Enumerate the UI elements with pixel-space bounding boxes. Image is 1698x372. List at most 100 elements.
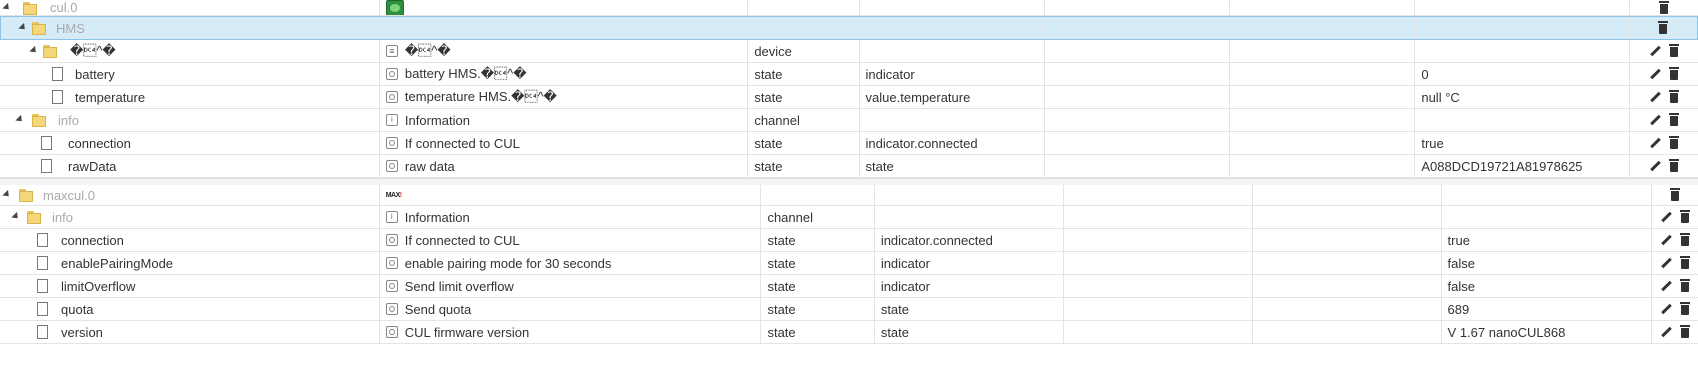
value-cell bbox=[1415, 0, 1630, 15]
edit-pencil-icon[interactable] bbox=[1661, 235, 1671, 245]
type-text: state bbox=[767, 278, 796, 294]
expand-toggle-icon[interactable] bbox=[2, 2, 12, 12]
type-text: state bbox=[767, 324, 796, 340]
role-cell: indicator.connected bbox=[860, 132, 1045, 154]
edit-pencil-icon[interactable] bbox=[1650, 115, 1660, 125]
state-row[interactable]: limitOverflow Send limit overflow state ind… bbox=[0, 275, 1698, 298]
object-id-label: HMS bbox=[56, 20, 85, 36]
delete-trash-icon[interactable] bbox=[1680, 233, 1691, 246]
expand-toggle-icon[interactable] bbox=[18, 22, 28, 33]
id-cell: quota bbox=[0, 298, 380, 320]
folder-row[interactable]: info Information channel bbox=[0, 109, 1698, 132]
edit-pencil-icon[interactable] bbox=[1650, 161, 1660, 171]
state-row[interactable]: quota Send quota state state 689 bbox=[0, 298, 1698, 321]
name-cell: Send quota bbox=[380, 298, 762, 320]
file-icon bbox=[52, 67, 63, 81]
state-row[interactable]: connection If connected to CUL state indica… bbox=[0, 229, 1698, 252]
role-cell bbox=[860, 109, 1045, 131]
value-text: A088DCD19721A81978625 bbox=[1421, 158, 1583, 174]
type-cell bbox=[748, 17, 860, 39]
adapter-row[interactable]: maxcul.0 MAX! bbox=[0, 185, 1698, 206]
state-row[interactable]: battery battery HMS.�^� state indicator 0 bbox=[0, 63, 1698, 86]
file-icon bbox=[37, 256, 48, 270]
name-cell: CUL firmware version bbox=[380, 321, 762, 343]
type-cell: state bbox=[761, 275, 875, 297]
name-cell: �^� bbox=[380, 40, 749, 62]
edit-pencil-icon[interactable] bbox=[1661, 304, 1671, 314]
delete-trash-icon[interactable] bbox=[1668, 113, 1679, 126]
type-cell: state bbox=[748, 155, 860, 177]
id-cell: cul.0 bbox=[0, 0, 380, 15]
delete-trash-icon[interactable] bbox=[1668, 67, 1679, 80]
object-name: enable pairing mode for 30 seconds bbox=[404, 255, 612, 271]
row-actions bbox=[1652, 321, 1698, 343]
state-row[interactable]: enablePairingMode enable pairing mode for… bbox=[0, 252, 1698, 275]
state-row[interactable]: temperature temperature HMS.�^� state valu… bbox=[0, 86, 1698, 109]
object-id-label: maxcul.0 bbox=[43, 187, 96, 203]
type-text: channel bbox=[754, 112, 800, 128]
role-cell bbox=[875, 185, 1064, 205]
delete-trash-icon[interactable] bbox=[1670, 188, 1681, 201]
type-text: state bbox=[754, 158, 783, 174]
delete-trash-icon[interactable] bbox=[1680, 256, 1691, 269]
id-cell: connection bbox=[0, 229, 380, 251]
value-cell bbox=[1415, 17, 1629, 39]
row-actions bbox=[1630, 86, 1698, 108]
folder-row[interactable]: �^� �^� device bbox=[0, 40, 1698, 63]
object-id-label: cul.0 bbox=[50, 0, 78, 15]
edit-pencil-icon[interactable] bbox=[1650, 69, 1660, 79]
type-text: state bbox=[754, 66, 783, 82]
delete-trash-icon[interactable] bbox=[1668, 44, 1679, 57]
type-cell: device bbox=[748, 40, 860, 62]
type-text: state bbox=[767, 255, 796, 271]
object-name: Information bbox=[404, 209, 470, 225]
state-icon bbox=[385, 303, 398, 315]
adapter-section-cul: cul.0 HMS �^� �^� device battery battery HMS… bbox=[0, 0, 1698, 178]
object-id-label: �^� bbox=[70, 43, 116, 58]
role-cell: state bbox=[875, 321, 1064, 343]
role-cell: state bbox=[875, 298, 1064, 320]
delete-trash-icon[interactable] bbox=[1658, 0, 1669, 14]
edit-pencil-icon[interactable] bbox=[1661, 327, 1671, 337]
expand-toggle-icon[interactable] bbox=[2, 189, 12, 200]
delete-trash-icon[interactable] bbox=[1680, 302, 1691, 315]
value-text: null °C bbox=[1421, 89, 1460, 105]
edit-pencil-icon[interactable] bbox=[1661, 281, 1671, 291]
delete-trash-icon[interactable] bbox=[1680, 279, 1691, 292]
name-cell: If connected to CUL bbox=[380, 132, 749, 154]
delete-trash-icon[interactable] bbox=[1668, 90, 1679, 103]
edit-pencil-icon[interactable] bbox=[1650, 46, 1660, 56]
folder-icon bbox=[18, 187, 34, 203]
edit-pencil-icon[interactable] bbox=[1661, 258, 1671, 268]
type-text: state bbox=[754, 135, 783, 151]
state-icon bbox=[385, 257, 398, 269]
delete-trash-icon[interactable] bbox=[1668, 159, 1679, 172]
delete-trash-icon[interactable] bbox=[1657, 21, 1668, 34]
edit-pencil-icon[interactable] bbox=[1661, 212, 1671, 222]
object-name: temperature HMS.�^� bbox=[404, 89, 557, 104]
folder-row[interactable]: info Information channel bbox=[0, 206, 1698, 229]
row-actions bbox=[1629, 17, 1697, 39]
state-row[interactable]: version CUL firmware version state state V 1… bbox=[0, 321, 1698, 344]
role-text: value.temperature bbox=[865, 89, 971, 105]
object-id-label: battery bbox=[75, 66, 115, 82]
function-cell bbox=[1230, 0, 1416, 15]
device-icon bbox=[385, 45, 398, 57]
edit-pencil-icon[interactable] bbox=[1650, 92, 1660, 102]
expand-toggle-icon[interactable] bbox=[29, 45, 39, 56]
role-text: indicator bbox=[865, 66, 915, 82]
delete-trash-icon[interactable] bbox=[1680, 210, 1691, 223]
function-cell bbox=[1253, 275, 1442, 297]
delete-trash-icon[interactable] bbox=[1668, 136, 1679, 149]
object-name: battery HMS.�^� bbox=[404, 66, 527, 81]
object-name: Information bbox=[404, 112, 470, 128]
expand-toggle-icon[interactable] bbox=[11, 211, 21, 222]
state-row[interactable]: rawData raw data state state A088DCD19721A81… bbox=[0, 155, 1698, 178]
folder-row[interactable]: HMS bbox=[0, 16, 1698, 40]
edit-pencil-icon[interactable] bbox=[1650, 138, 1660, 148]
expand-toggle-icon[interactable] bbox=[15, 114, 25, 125]
delete-trash-icon[interactable] bbox=[1680, 325, 1691, 338]
state-row[interactable]: connection If connected to CUL state indica… bbox=[0, 132, 1698, 155]
adapter-row[interactable]: cul.0 bbox=[0, 0, 1698, 16]
room-cell bbox=[1064, 252, 1253, 274]
